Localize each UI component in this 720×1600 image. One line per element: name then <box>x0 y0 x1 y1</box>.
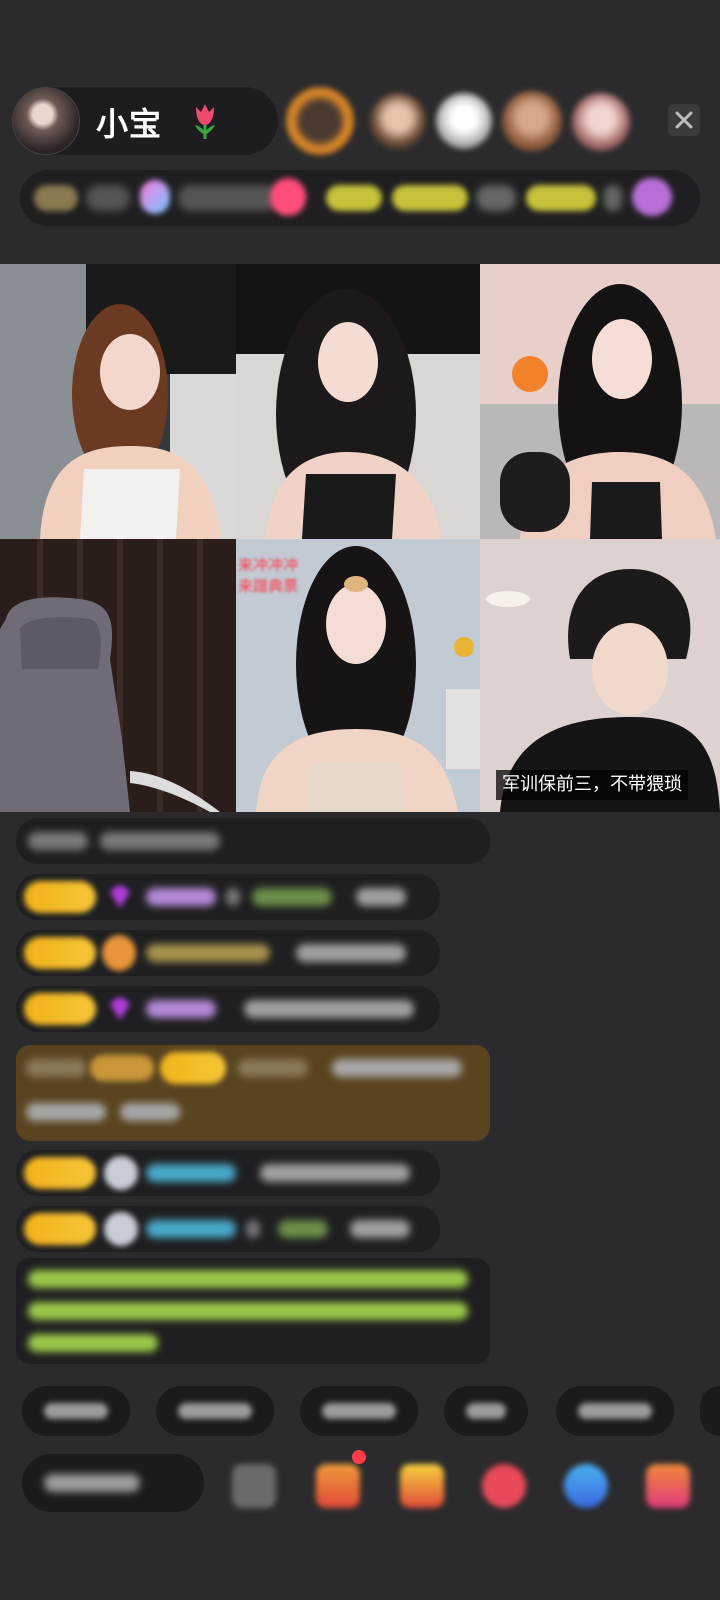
video-seat-1[interactable] <box>0 264 236 539</box>
video-seat-2[interactable] <box>236 264 480 539</box>
viewer-avatar-2[interactable] <box>370 93 426 149</box>
ticker-item <box>270 178 306 216</box>
chat-input-button[interactable] <box>22 1454 204 1512</box>
viewer-avatar-1[interactable] <box>286 87 354 155</box>
video-grid <box>0 264 720 812</box>
ticker-item <box>86 185 130 211</box>
gift-box-icon[interactable] <box>316 1464 360 1508</box>
ticker-item <box>140 180 170 214</box>
more-icon[interactable] <box>646 1464 690 1508</box>
close-icon[interactable] <box>668 104 700 136</box>
viewer-avatar-5[interactable] <box>572 93 630 151</box>
activity-ticker[interactable] <box>20 170 700 226</box>
chat-message[interactable] <box>16 930 440 976</box>
game-icon[interactable] <box>564 1464 608 1508</box>
quick-reply-1[interactable] <box>22 1386 130 1436</box>
grid-icon[interactable] <box>232 1464 276 1508</box>
diamond-icon <box>110 886 130 908</box>
chat-message[interactable] <box>16 1150 440 1196</box>
quick-reply-6[interactable] <box>700 1386 720 1436</box>
host-avatar[interactable] <box>12 87 80 155</box>
seat6-subtitle: 军训保前三，不带猥琐 <box>496 770 688 800</box>
quick-reply-2[interactable] <box>156 1386 274 1436</box>
avatar-badge-icon <box>104 1212 138 1246</box>
level-badge <box>24 1213 96 1245</box>
chat-message-system <box>16 818 490 864</box>
viewer-avatar-4[interactable] <box>502 91 562 151</box>
chat-message[interactable] <box>16 874 440 920</box>
ticker-item <box>604 185 622 211</box>
ticker-item <box>34 185 78 211</box>
seat5-overlay-line-1: 来冲冲冲 <box>238 556 299 574</box>
notification-dot <box>352 1450 366 1464</box>
diamond-icon <box>110 998 130 1020</box>
tulip-icon <box>195 104 215 139</box>
ticker-item <box>632 178 672 216</box>
chat-message[interactable] <box>16 1206 440 1252</box>
badge-icon <box>102 935 136 971</box>
viewer-avatar-row <box>286 87 720 157</box>
quick-reply-3[interactable] <box>300 1386 418 1436</box>
chat-gift-message[interactable] <box>16 1045 490 1141</box>
treasure-icon[interactable] <box>400 1464 444 1508</box>
host-info-pill[interactable]: 小宝 <box>12 87 278 155</box>
chat-message[interactable] <box>16 986 440 1032</box>
chat-system-notice <box>16 1258 490 1364</box>
level-badge <box>160 1052 226 1084</box>
ticker-item <box>526 185 596 211</box>
level-badge <box>24 881 96 913</box>
avatar-badge-icon <box>104 1156 138 1190</box>
seat5-overlay-text: 来冲冲冲 来蹭典票 <box>238 555 298 597</box>
ticker-item <box>392 185 468 211</box>
ticker-item <box>178 185 278 211</box>
quick-reply-4[interactable] <box>444 1386 528 1436</box>
video-seat-4[interactable] <box>0 539 236 812</box>
level-badge <box>24 993 96 1025</box>
chat-bubble-icon[interactable] <box>482 1464 526 1508</box>
seat5-overlay-line-2: 来蹭典票 <box>238 577 299 595</box>
level-badge <box>24 1157 96 1189</box>
video-seat-3[interactable] <box>480 264 720 539</box>
level-badge <box>24 937 96 969</box>
host-name: 小宝 <box>96 105 163 143</box>
ticker-item <box>476 185 516 211</box>
quick-reply-5[interactable] <box>556 1386 674 1436</box>
ticker-item <box>326 185 382 211</box>
viewer-avatar-3[interactable] <box>436 93 492 149</box>
